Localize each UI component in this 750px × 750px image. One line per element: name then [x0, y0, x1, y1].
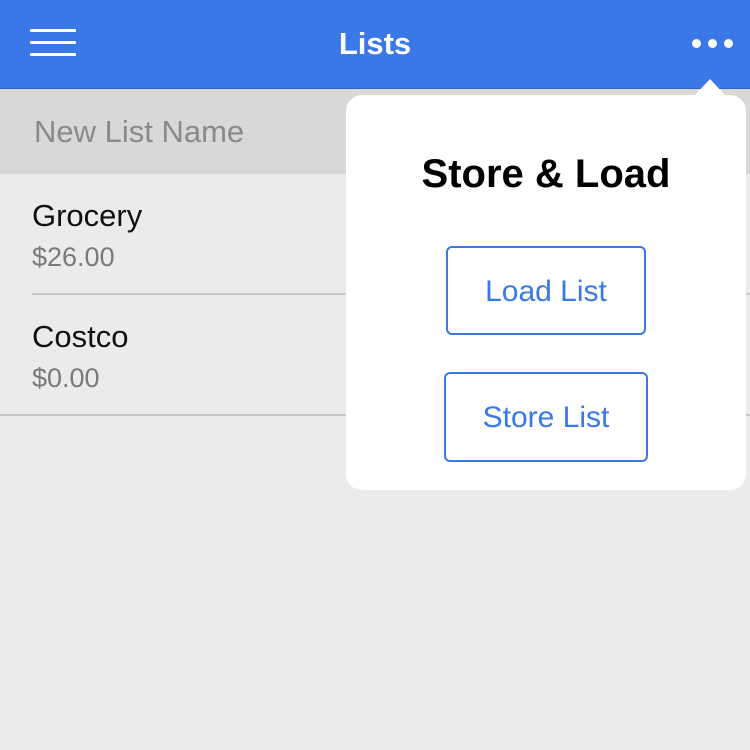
- dot: [724, 39, 733, 48]
- list-item-name: Costco: [32, 319, 129, 354]
- popover-title: Store & Load: [421, 152, 671, 196]
- load-list-button[interactable]: Load List: [446, 246, 646, 335]
- dot: [692, 39, 701, 48]
- popover-arrow: [694, 79, 726, 96]
- list-item-total: $0.00: [32, 363, 100, 393]
- list-item-name: Grocery: [32, 198, 143, 233]
- list-item-total: $26.00: [32, 242, 115, 272]
- more-options-icon[interactable]: [690, 32, 736, 56]
- store-load-popover: Store & Load Load List Store List: [346, 95, 746, 490]
- dot: [708, 39, 717, 48]
- store-list-button[interactable]: Store List: [444, 372, 648, 462]
- nav-bar: Lists: [0, 0, 750, 89]
- page-title: Lists: [338, 26, 412, 61]
